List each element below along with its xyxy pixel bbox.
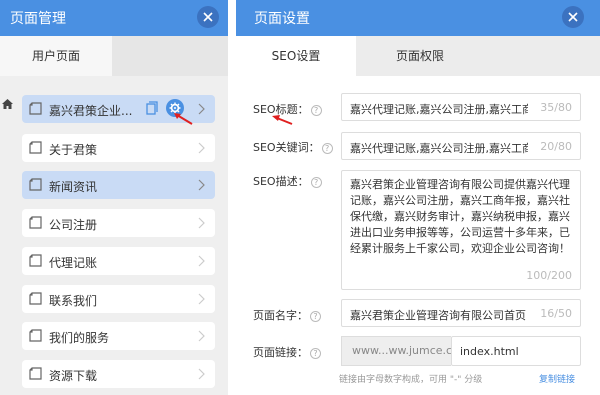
chevron-right-icon: [198, 255, 205, 270]
tab-user-pages[interactable]: 用户页面: [0, 36, 112, 76]
page-link-label: 页面链接：?: [253, 344, 321, 360]
help-icon[interactable]: ?: [310, 347, 321, 359]
page-item-contact[interactable]: 联系我们: [22, 285, 215, 313]
page-link-input[interactable]: index.html: [451, 336, 581, 366]
page-item-label: 代理记账: [49, 256, 98, 270]
tab-seo-settings[interactable]: SEO设置: [236, 36, 356, 76]
page-icon: [29, 367, 43, 383]
page-link-hint: 链接由字母数字构成，可用 "-" 分级: [339, 375, 483, 385]
seo-description-label: SEO描述：?: [253, 173, 322, 189]
chevron-right-icon: [198, 103, 205, 118]
chevron-right-icon: [198, 217, 205, 232]
page-link-prefix: www...ww.jumce.co: [341, 336, 459, 366]
close-icon[interactable]: [562, 6, 584, 28]
chevron-right-icon: [198, 368, 205, 383]
page-item-about[interactable]: 关于君策: [22, 134, 215, 162]
char-count: 16/50: [540, 307, 572, 320]
settings-tabbar: SEO设置 页面权限: [236, 36, 600, 76]
seo-description-textarea[interactable]: 嘉兴君策企业管理咨询有限公司提供嘉兴代理记账，嘉兴公司注册，嘉兴工商年报，嘉兴社…: [341, 170, 581, 290]
page-item-label: 我们的服务: [49, 331, 110, 345]
char-count: 100/200: [526, 269, 572, 282]
help-icon[interactable]: ?: [321, 142, 333, 154]
close-icon[interactable]: [197, 6, 219, 28]
page-icon: [29, 329, 43, 345]
page-management-title: 页面管理: [10, 11, 66, 27]
red-arrow-icon: [174, 113, 193, 125]
page-item-company-registration[interactable]: 公司注册: [22, 209, 215, 237]
page-item-label: 新闻资讯: [49, 180, 98, 194]
page-icon: [29, 216, 43, 232]
seo-keywords-label: SEO关键词：?: [253, 139, 333, 155]
page-name-input[interactable]: 嘉兴君策企业管理咨询有限公司首页 16/50: [341, 299, 581, 327]
page-item-news[interactable]: 新闻资讯: [22, 171, 215, 199]
help-icon[interactable]: ?: [310, 104, 322, 116]
page-icon: [29, 292, 43, 308]
page-item-label: 联系我们: [49, 294, 98, 308]
panel-gap: [228, 0, 236, 395]
page-item-label: 关于君策: [49, 143, 98, 157]
chevron-right-icon: [198, 330, 205, 345]
copy-page-icon[interactable]: [146, 101, 158, 118]
copy-link-button[interactable]: 复制链接: [539, 372, 575, 385]
chevron-right-icon: [198, 293, 205, 308]
page-icon: [29, 141, 43, 157]
seo-title-input[interactable]: 嘉兴代理记账,嘉兴公司注册,嘉兴工商代理 35/80: [341, 93, 581, 121]
page-item-label: 公司注册: [49, 218, 98, 232]
red-arrow-icon: [272, 115, 293, 125]
page-icon: [29, 102, 43, 118]
chevron-right-icon: [198, 142, 205, 157]
char-count: 20/80: [540, 140, 572, 153]
page-item-bookkeeping[interactable]: 代理记账: [22, 247, 215, 275]
page-item-label: 嘉兴君策企业...: [49, 104, 133, 118]
page-name-label: 页面名字：?: [253, 307, 321, 323]
help-icon[interactable]: ?: [310, 310, 321, 322]
left-tabbar: 用户页面: [0, 36, 228, 76]
page-item-label: 资源下载: [49, 369, 98, 383]
page-item-services[interactable]: 我们的服务: [22, 322, 215, 350]
chevron-right-icon: [198, 179, 205, 194]
home-icon: [2, 98, 13, 112]
page-settings-title: 页面设置: [254, 11, 310, 27]
page-item-downloads[interactable]: 资源下载: [22, 360, 215, 388]
help-icon[interactable]: ?: [310, 176, 322, 188]
char-count: 35/80: [540, 101, 572, 114]
page-icon: [29, 254, 43, 270]
tab-page-permissions[interactable]: 页面权限: [356, 36, 484, 76]
page-icon: [29, 178, 43, 194]
page-management-header: 页面管理: [0, 0, 228, 36]
page-settings-header: 页面设置: [236, 0, 600, 36]
seo-keywords-input[interactable]: 嘉兴代理记账,嘉兴公司注册,嘉兴工商代理 20/80: [341, 132, 581, 160]
